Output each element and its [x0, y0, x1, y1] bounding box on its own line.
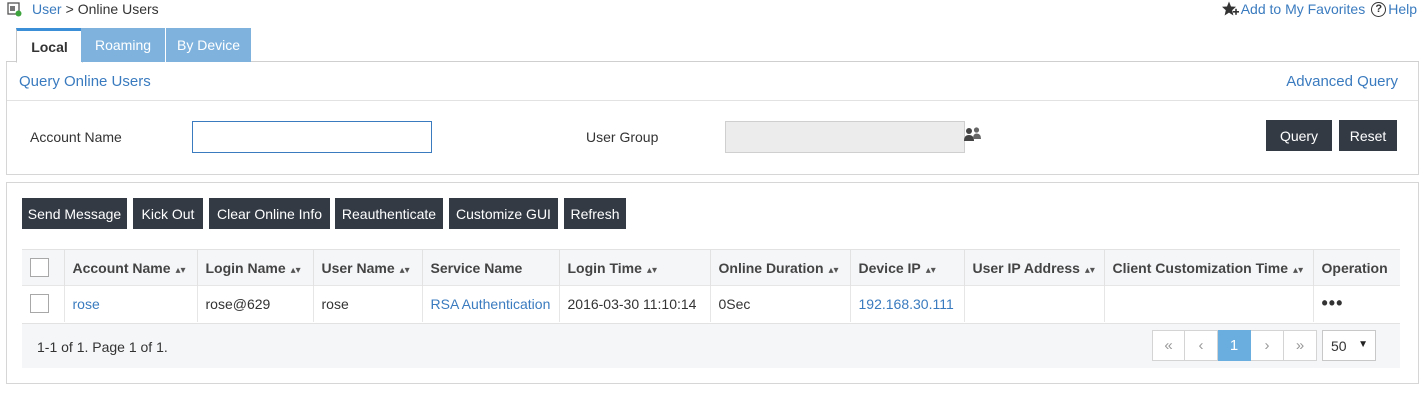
query-divider [7, 100, 1418, 101]
cell-client-time [1103, 285, 1313, 322]
star-add-icon [1221, 1, 1239, 16]
help-link[interactable]: ? Help [1371, 1, 1417, 17]
select-all-cell [22, 249, 64, 286]
col-account-name[interactable]: Account Name ▴▾ [63, 249, 197, 286]
sort-icon: ▴▾ [925, 264, 936, 276]
top-bar: User > Online Users Add to My Favorites ? … [0, 0, 1423, 20]
sort-icon: ▴▾ [1293, 264, 1304, 276]
kick-out-button[interactable]: Kick Out [133, 198, 203, 229]
device-ip-link[interactable]: 192.168.30.111 [859, 296, 954, 312]
cell-account-name: rose [63, 285, 197, 322]
advanced-query-link[interactable]: Advanced Query [1286, 73, 1398, 90]
col-service-name: Service Name [421, 249, 559, 286]
pagination: « ‹ 1 › » [1152, 330, 1317, 361]
first-page-button[interactable]: « [1152, 330, 1185, 361]
breadcrumb-user-link[interactable]: User [32, 1, 62, 17]
prev-page-button[interactable]: ‹ [1185, 330, 1218, 361]
sort-icon: ▴▾ [290, 264, 301, 276]
refresh-button[interactable]: Refresh [564, 198, 626, 229]
tab-by-device[interactable]: By Device [165, 28, 251, 62]
row-checkbox[interactable] [30, 294, 49, 314]
cell-service-name: RSA Authentication [421, 285, 559, 322]
tab-bar: Local Roaming By Device [6, 26, 1419, 63]
tab-local[interactable]: Local [16, 28, 83, 63]
col-login-time[interactable]: Login Time ▴▾ [558, 249, 710, 286]
help-label: Help [1388, 1, 1417, 17]
col-device-ip-label: Device IP [858, 259, 921, 276]
cell-user-name: rose [312, 285, 422, 322]
results-panel: Send Message Kick Out Clear Online Info … [6, 182, 1419, 384]
col-login-time-label: Login Time [567, 259, 642, 276]
table-row: rose rose@629 rose RSA Authentication 20… [22, 285, 1400, 322]
top-actions: Add to My Favorites ? Help [1221, 1, 1417, 17]
col-user-ip[interactable]: User IP Address ▴▾ [963, 249, 1104, 286]
sort-icon: ▴▾ [828, 264, 839, 276]
col-user-ip-label: User IP Address [972, 259, 1080, 276]
user-group-select-icon[interactable] [964, 126, 982, 142]
account-name-link[interactable]: rose [73, 296, 100, 312]
breadcrumb-separator: > [65, 1, 74, 17]
cell-device-ip: 192.168.30.111 [849, 285, 964, 322]
col-login-name-label: Login Name [205, 259, 286, 276]
cell-user-ip [963, 285, 1104, 322]
sort-icon: ▴▾ [1084, 264, 1095, 276]
sort-icon: ▴▾ [399, 264, 410, 276]
online-users-table: Account Name ▴▾ Login Name ▴▾ User Name ▴▾ … [22, 249, 1400, 322]
account-name-input[interactable] [192, 121, 432, 153]
select-all-checkbox[interactable] [30, 258, 49, 277]
pagination-info: 1-1 of 1. Page 1 of 1. [37, 339, 168, 355]
query-title: Query Online Users [19, 73, 151, 90]
col-operation-label: Operation [1321, 259, 1388, 276]
service-name-link[interactable]: RSA Authentication [431, 296, 551, 312]
user-group-label: User Group [586, 129, 659, 145]
add-favorites-label: Add to My Favorites [1240, 1, 1366, 17]
table-header-row: Account Name ▴▾ Login Name ▴▾ User Name ▴▾ … [22, 249, 1400, 286]
user-group-input[interactable] [725, 121, 965, 153]
col-client-time-label: Client Customization Time [1112, 259, 1289, 276]
col-operation: Operation [1312, 249, 1400, 286]
col-online-duration[interactable]: Online Duration ▴▾ [709, 249, 850, 286]
col-login-name[interactable]: Login Name ▴▾ [196, 249, 313, 286]
table-footer: 1-1 of 1. Page 1 of 1. « ‹ 1 › » 50 ▼ [22, 323, 1400, 368]
cell-operation: ••• [1312, 285, 1400, 322]
reauthenticate-button[interactable]: Reauthenticate [335, 198, 443, 229]
sort-icon: ▴▾ [175, 264, 186, 276]
breadcrumb: User > Online Users [32, 1, 159, 17]
breadcrumb-current: Online Users [77, 1, 159, 17]
sort-icon: ▴▾ [646, 264, 657, 276]
col-service-name-label: Service Name [430, 259, 523, 276]
dropdown-arrow-icon: ▼ [1358, 339, 1368, 350]
col-user-name[interactable]: User Name ▴▾ [312, 249, 422, 286]
help-icon: ? [1371, 1, 1387, 17]
send-message-button[interactable]: Send Message [22, 198, 127, 229]
col-online-duration-label: Online Duration [718, 259, 824, 276]
col-account-name-label: Account Name [72, 259, 171, 276]
tab-roaming[interactable]: Roaming [81, 28, 165, 62]
customize-gui-button[interactable]: Customize GUI [449, 198, 558, 229]
col-user-name-label: User Name [321, 259, 395, 276]
next-page-button[interactable]: › [1251, 330, 1284, 361]
last-page-button[interactable]: » [1284, 330, 1317, 361]
col-device-ip[interactable]: Device IP ▴▾ [849, 249, 964, 286]
query-panel: Query Online Users Advanced Query Accoun… [6, 62, 1419, 175]
cell-online-duration: 0Sec [709, 285, 850, 322]
cell-login-name: rose@629 [196, 285, 313, 322]
user-module-icon [7, 2, 22, 17]
add-favorites-link[interactable]: Add to My Favorites [1221, 1, 1366, 17]
reset-button[interactable]: Reset [1339, 120, 1397, 151]
cell-login-time: 2016-03-30 11:10:14 [558, 285, 710, 322]
page-1-button[interactable]: 1 [1218, 330, 1251, 361]
account-name-label: Account Name [30, 129, 122, 145]
col-client-customization-time[interactable]: Client Customization Time ▴▾ [1103, 249, 1313, 286]
page-size-select[interactable]: 50 ▼ [1322, 330, 1376, 361]
more-actions-icon[interactable]: ••• [1322, 293, 1344, 313]
row-select-cell [22, 285, 64, 322]
query-button[interactable]: Query [1266, 120, 1332, 151]
clear-online-info-button[interactable]: Clear Online Info [209, 198, 330, 229]
page-size-value: 50 [1331, 337, 1347, 354]
